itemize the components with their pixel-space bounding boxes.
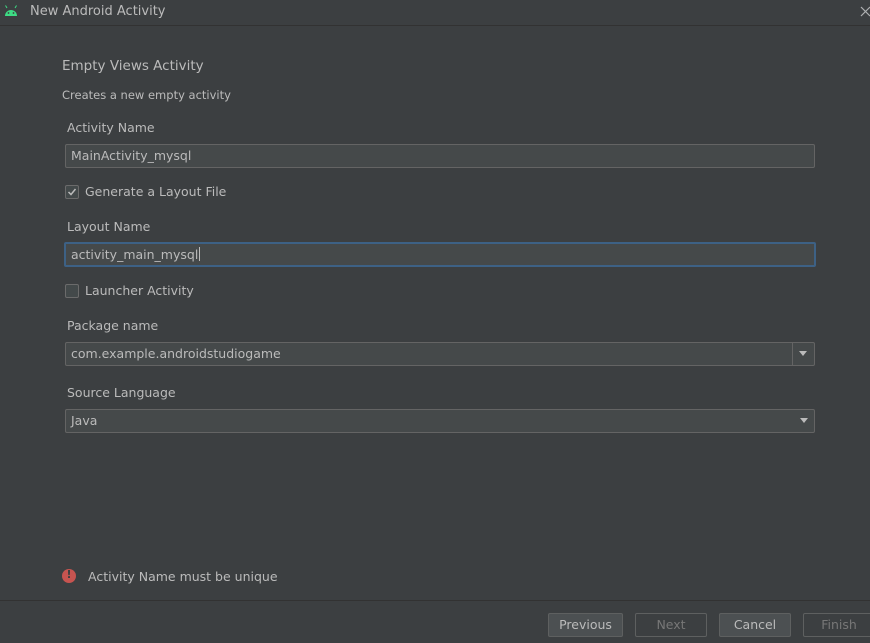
dialog-footer: Previous Next Cancel Finish	[0, 600, 870, 643]
cancel-button[interactable]: Cancel	[719, 613, 791, 637]
checkbox-unchecked[interactable]	[65, 284, 79, 298]
source-language-select[interactable]: Java	[65, 409, 815, 433]
template-heading: Empty Views Activity	[62, 58, 204, 74]
activity-name-field[interactable]: MainActivity_mysql	[65, 144, 815, 168]
package-name-label: Package name	[67, 318, 159, 333]
source-language-value: Java	[71, 413, 98, 428]
checkmark-icon	[67, 188, 77, 196]
template-description: Creates a new empty activity	[62, 88, 231, 102]
package-name-combobox[interactable]: com.example.androidstudiogame	[65, 342, 815, 366]
package-name-value: com.example.androidstudiogame	[71, 346, 281, 361]
text-caret	[199, 247, 201, 261]
launcher-activity-label: Launcher Activity	[85, 283, 194, 298]
chevron-down-icon	[799, 351, 807, 356]
window-title: New Android Activity	[30, 4, 166, 19]
activity-name-value: MainActivity_mysql	[71, 148, 192, 163]
layout-name-value: activity_main_mysql	[71, 247, 199, 262]
error-icon: !	[62, 568, 76, 583]
close-icon[interactable]	[858, 5, 870, 19]
error-message: Activity Name must be unique	[88, 569, 278, 584]
activity-name-label: Activity Name	[67, 120, 155, 135]
generate-layout-label: Generate a Layout File	[85, 184, 227, 199]
checkbox-checked[interactable]	[65, 185, 79, 199]
source-language-label: Source Language	[67, 385, 176, 400]
package-dropdown-button[interactable]	[792, 343, 814, 365]
chevron-down-icon	[800, 418, 808, 423]
android-icon	[5, 5, 17, 16]
layout-name-field[interactable]: activity_main_mysql	[64, 242, 816, 267]
layout-name-label: Layout Name	[67, 219, 151, 234]
next-button[interactable]: Next	[635, 613, 707, 637]
finish-button[interactable]: Finish	[803, 613, 870, 637]
title-bar: New Android Activity	[0, 0, 870, 26]
previous-button[interactable]: Previous	[548, 613, 623, 637]
